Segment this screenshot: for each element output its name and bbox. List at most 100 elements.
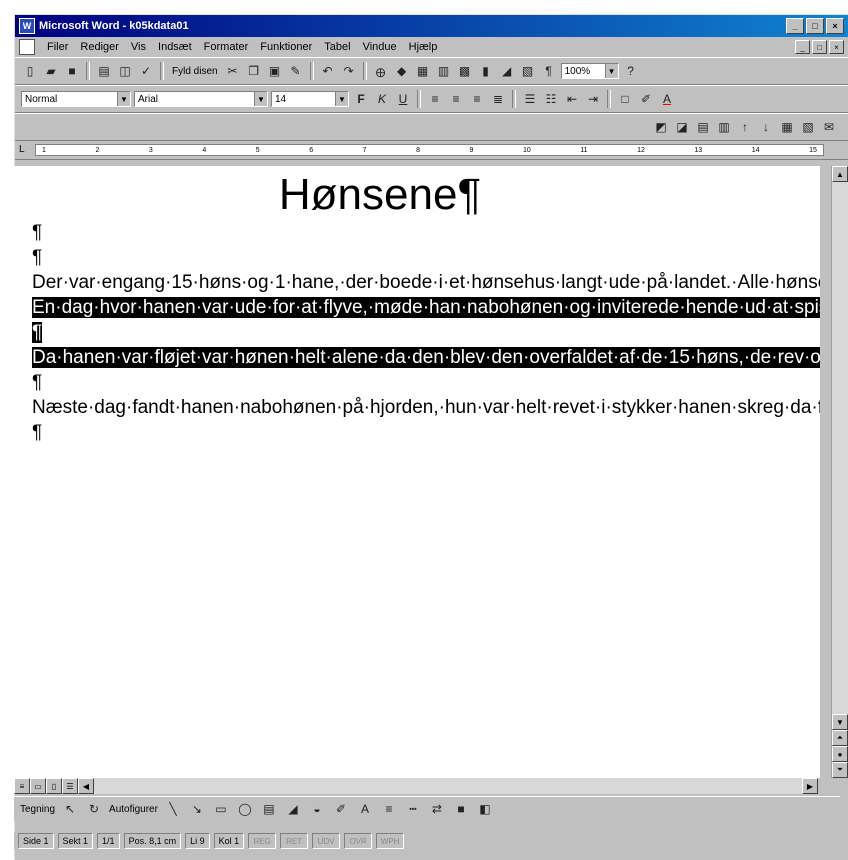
dash-style-icon[interactable]: ┅ xyxy=(404,800,422,818)
insert-field-icon[interactable]: ◩ xyxy=(652,118,670,136)
select-objects-icon[interactable]: ↖ xyxy=(61,800,79,818)
page-layout-icon[interactable]: ▯ xyxy=(46,778,62,794)
status-mode-ret[interactable]: RET xyxy=(280,833,309,849)
print-icon[interactable]: ▤ xyxy=(95,62,113,80)
hyperlink-icon[interactable]: 🜨 xyxy=(372,62,390,80)
scroll-down-icon[interactable]: ▼ xyxy=(832,714,848,730)
next-page-icon[interactable]: ⏷ xyxy=(832,762,848,778)
insert-excel-icon[interactable]: ▩ xyxy=(456,62,474,80)
document-paragraph[interactable]: ¶ xyxy=(32,420,732,445)
undo-icon[interactable]: ↶ xyxy=(319,62,337,80)
maximize-button[interactable]: □ xyxy=(806,18,824,34)
new-document-icon[interactable]: ▯ xyxy=(21,62,39,80)
font-select[interactable]: Arial ▼ xyxy=(134,91,268,107)
web-toolbar-icon[interactable]: ◆ xyxy=(393,62,411,80)
office-assistant-icon[interactable]: ? xyxy=(622,62,640,80)
chevron-down-icon[interactable]: ▼ xyxy=(604,64,618,78)
arrow-icon[interactable]: ↘ xyxy=(188,800,206,818)
oval-icon[interactable]: ◯ xyxy=(236,800,254,818)
envelope-icon[interactable]: ✉ xyxy=(820,118,838,136)
align-left-icon[interactable]: ≡ xyxy=(426,90,444,108)
previous-page-icon[interactable]: ⏶ xyxy=(832,730,848,746)
document-area[interactable]: Hønsene¶ ¶ ¶ Der·var·engang·15·høns·og·1… xyxy=(14,166,820,778)
redo-icon[interactable]: ↷ xyxy=(340,62,358,80)
chevron-down-icon[interactable]: ▼ xyxy=(254,92,267,106)
sort-ascending-icon[interactable]: ↑ xyxy=(736,118,754,136)
scroll-right-icon[interactable]: ▶ xyxy=(802,778,818,794)
doc-restore-button[interactable]: □ xyxy=(812,40,827,54)
status-mode-ovr[interactable]: OVR xyxy=(344,833,373,849)
highlight-icon[interactable]: ✐ xyxy=(637,90,655,108)
3d-icon[interactable]: ◧ xyxy=(476,800,494,818)
bullets-icon[interactable]: ☷ xyxy=(542,90,560,108)
line-style-icon[interactable]: ≡ xyxy=(380,800,398,818)
copy-icon[interactable]: ❐ xyxy=(245,62,263,80)
status-mode-reg[interactable]: REG xyxy=(248,833,277,849)
status-mode-wph[interactable]: WPH xyxy=(376,833,405,849)
rectangle-icon[interactable]: ▭ xyxy=(212,800,230,818)
arrow-style-icon[interactable]: ⇄ xyxy=(428,800,446,818)
menu-funktioner[interactable]: Funktioner xyxy=(254,41,318,53)
document-paragraph-selected[interactable]: Da·hanen·var·fløjet·var·hønen·helt·alene… xyxy=(32,345,820,370)
tab-stop-icon[interactable]: L xyxy=(19,144,31,156)
scroll-left-icon[interactable]: ◀ xyxy=(78,778,94,794)
text-box-icon[interactable]: ▤ xyxy=(260,800,278,818)
menu-vis[interactable]: Vis xyxy=(125,41,152,53)
drawing-icon[interactable]: ◢ xyxy=(498,62,516,80)
document-paragraph[interactable]: ¶ xyxy=(32,245,732,270)
sort-descending-icon[interactable]: ↓ xyxy=(757,118,775,136)
sort-icon[interactable]: ▥ xyxy=(715,118,733,136)
split-cells-icon[interactable]: ▧ xyxy=(799,118,817,136)
horizontal-ruler[interactable]: L 1 2 3 4 5 6 7 8 9 10 11 12 13 14 15 xyxy=(15,141,848,160)
font-color-icon[interactable]: A xyxy=(658,90,676,108)
menu-rediger[interactable]: Rediger xyxy=(74,41,125,53)
select-browse-object-icon[interactable]: ● xyxy=(832,746,848,762)
doc-minimize-button[interactable]: _ xyxy=(795,40,810,54)
print-preview-icon[interactable]: ◫ xyxy=(116,62,134,80)
document-paragraph[interactable]: Næste·dag·fandt·hanen·nabohønen·på·hjord… xyxy=(32,395,820,420)
document-title[interactable]: Hønsene¶ xyxy=(28,170,732,220)
document-map-icon[interactable]: ▧ xyxy=(519,62,537,80)
document-paragraph[interactable]: Der·var·engang·15·høns·og·1·hane,·der·bo… xyxy=(32,270,820,295)
menu-tabel[interactable]: Tabel xyxy=(318,41,356,53)
numbering-icon[interactable]: ☰ xyxy=(521,90,539,108)
chevron-down-icon[interactable]: ▼ xyxy=(335,92,348,106)
underline-icon[interactable]: U xyxy=(394,90,412,108)
line-color-icon[interactable]: ✐ xyxy=(332,800,350,818)
border-icon[interactable]: □ xyxy=(616,90,634,108)
menu-indsaet[interactable]: Indsæt xyxy=(152,41,198,53)
free-rotate-icon[interactable]: ↻ xyxy=(85,800,103,818)
status-mode-udv[interactable]: UDV xyxy=(312,833,341,849)
document-paragraph-selected[interactable]: En·dag·hvor·hanen·var·ude·for·at·flyve,·… xyxy=(32,295,820,320)
chevron-down-icon[interactable]: ▼ xyxy=(117,92,130,106)
align-right-icon[interactable]: ≡ xyxy=(468,90,486,108)
merge-cells-icon[interactable]: ▦ xyxy=(778,118,796,136)
menu-filer[interactable]: Filer xyxy=(41,41,74,53)
open-folder-icon[interactable]: ▰ xyxy=(42,62,60,80)
table-cells-icon[interactable]: ▤ xyxy=(694,118,712,136)
spelling-icon[interactable]: ✓ xyxy=(137,62,155,80)
justify-icon[interactable]: ≣ xyxy=(489,90,507,108)
line-icon[interactable]: ╲ xyxy=(164,800,182,818)
document-icon[interactable] xyxy=(19,39,35,55)
horizontal-scrollbar[interactable]: ≡ ▭ ▯ ☰ ◀ ▶ xyxy=(14,778,818,794)
paste-icon[interactable]: ▣ xyxy=(266,62,284,80)
document-paragraph-selected[interactable]: ¶ xyxy=(32,320,732,345)
columns-icon[interactable]: ▮ xyxy=(477,62,495,80)
format-painter-icon[interactable]: ✎ xyxy=(287,62,305,80)
insert-frame-icon[interactable]: ◪ xyxy=(673,118,691,136)
draw-font-color-icon[interactable]: A xyxy=(356,800,374,818)
tables-borders-icon[interactable]: ▦ xyxy=(414,62,432,80)
draw-menu-button[interactable]: Tegning xyxy=(20,804,55,815)
align-center-icon[interactable]: ≡ xyxy=(447,90,465,108)
style-select[interactable]: Normal ▼ xyxy=(21,91,131,107)
zoom-select[interactable]: 100% ▼ xyxy=(560,63,619,79)
insert-table-icon[interactable]: ▥ xyxy=(435,62,453,80)
font-size-select[interactable]: 14 ▼ xyxy=(271,91,349,107)
normal-view-icon[interactable]: ≡ xyxy=(14,778,30,794)
fill-color-icon[interactable]: ◒ xyxy=(308,800,326,818)
menu-hjaelp[interactable]: Hjælp xyxy=(403,41,444,53)
cut-icon[interactable]: ✂ xyxy=(224,62,242,80)
ruler-scale[interactable]: 1 2 3 4 5 6 7 8 9 10 11 12 13 14 15 xyxy=(35,144,824,156)
bold-icon[interactable]: F xyxy=(352,90,370,108)
